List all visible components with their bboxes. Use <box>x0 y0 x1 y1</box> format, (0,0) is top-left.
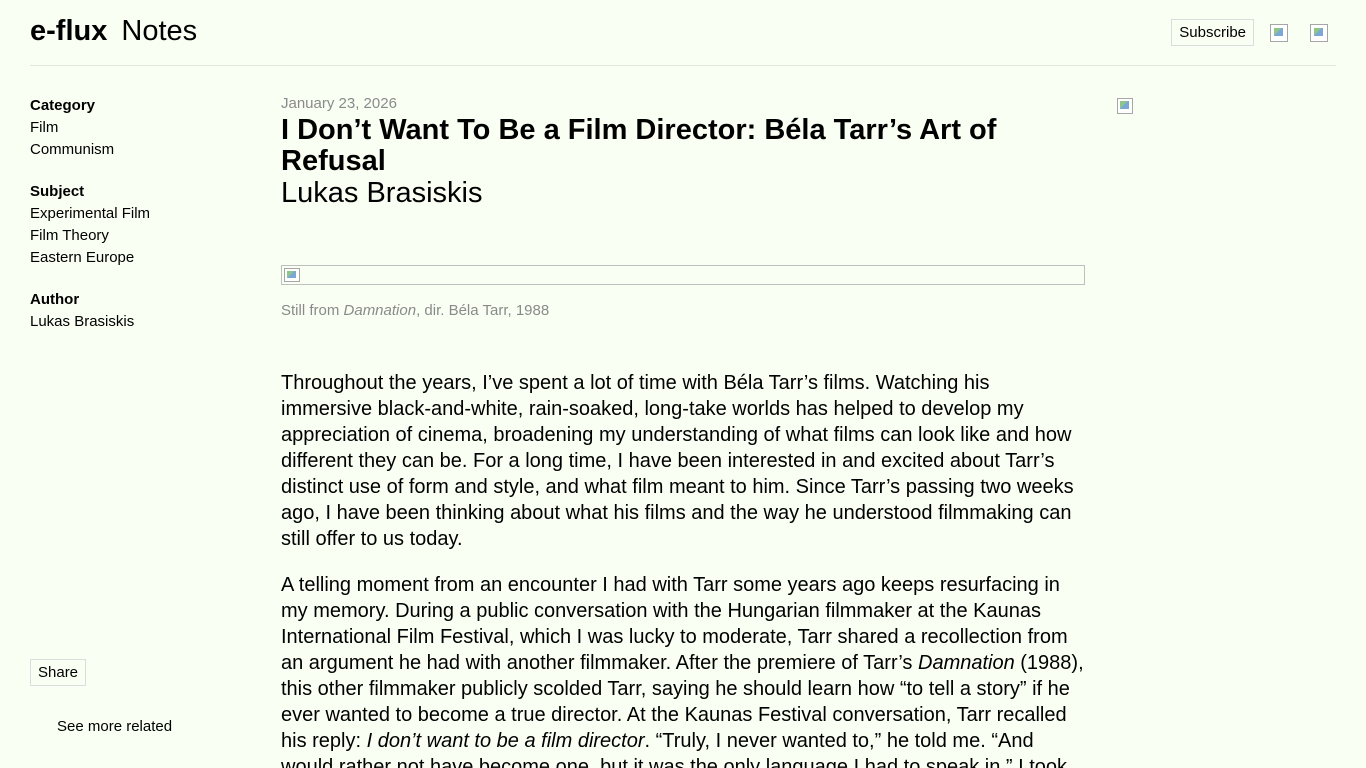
article: January 23, 2026 I Don’t Want To Be a Fi… <box>281 95 1085 768</box>
subject-heading: Subject <box>30 183 85 200</box>
hero-image <box>281 265 1085 285</box>
paragraph-2: A telling moment from an encounter I had… <box>281 572 1085 768</box>
category-link-communism[interactable]: Communism <box>30 139 230 161</box>
category-group: Category Film Communism <box>30 95 230 161</box>
menu-icon[interactable] <box>1310 23 1328 42</box>
caption-prefix: Still from <box>281 302 344 319</box>
sidebar: Category Film Communism Subject Experime… <box>30 95 230 353</box>
paragraph-2-italic-quote: I don’t want to be a film director <box>366 730 645 752</box>
side-banner-image[interactable] <box>1117 98 1133 114</box>
site-header: e-flux Notes Subscribe <box>30 0 1336 66</box>
header-actions: Subscribe <box>1171 19 1328 46</box>
category-link-film[interactable]: Film <box>30 117 230 139</box>
section-name: Notes <box>121 15 198 47</box>
paragraph-1: Throughout the years, I’ve spent a lot o… <box>281 372 1074 550</box>
search-icon[interactable] <box>1270 23 1288 42</box>
subject-link-film-theory[interactable]: Film Theory <box>30 225 230 247</box>
subject-link-eastern-europe[interactable]: Eastern Europe <box>30 247 230 269</box>
paragraph-2-italic-film: Damnation <box>918 652 1015 674</box>
article-body: Throughout the years, I’ve spent a lot o… <box>281 370 1085 768</box>
article-title: I Don’t Want To Be a Film Director: Béla… <box>281 114 997 177</box>
subscribe-button[interactable]: Subscribe <box>1171 19 1254 46</box>
broken-image-icon <box>284 268 300 282</box>
category-heading: Category <box>30 97 96 114</box>
article-author[interactable]: Lukas Brasiskis <box>281 177 1085 210</box>
page: e-flux Notes Subscribe Category Film Com… <box>0 0 1366 768</box>
image-caption: Still from Damnation, dir. Béla Tarr, 19… <box>281 302 1085 320</box>
site-logo[interactable]: e-flux Notes <box>30 14 197 48</box>
share-button[interactable]: Share <box>30 659 87 686</box>
subject-group: Subject Experimental Film Film Theory Ea… <box>30 181 230 269</box>
caption-suffix: , dir. Béla Tarr, 1988 <box>416 302 550 319</box>
see-more-related-link[interactable]: See more related <box>57 718 172 735</box>
subject-link-experimental-film[interactable]: Experimental Film <box>30 203 230 225</box>
caption-film-title: Damnation <box>343 302 417 319</box>
author-heading: Author <box>30 291 80 308</box>
author-group: Author Lukas Brasiskis <box>30 289 230 333</box>
author-link[interactable]: Lukas Brasiskis <box>30 311 230 333</box>
brand-name: e-flux <box>30 15 108 47</box>
article-date: January 23, 2026 <box>281 95 397 112</box>
